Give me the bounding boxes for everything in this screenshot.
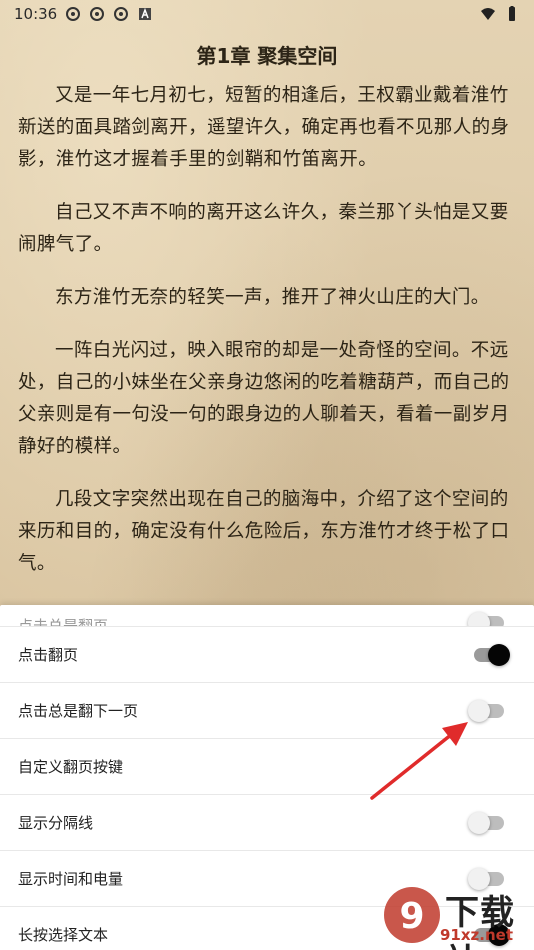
toggle-switch[interactable]: [468, 612, 504, 626]
annotation-arrow-icon: [370, 722, 468, 800]
status-bar: 10:36: [0, 0, 534, 28]
setting-click-always-turn[interactable]: 点击总是翻页: [0, 605, 534, 627]
setting-label: 点击总是翻下一页: [18, 702, 139, 720]
toggle-knob: [488, 643, 510, 666]
setting-label: 自定义翻页按键: [18, 758, 124, 776]
status-right: [480, 6, 520, 22]
toggle-knob: [468, 811, 490, 834]
setting-label: 点击翻页: [18, 646, 79, 664]
app-notification-icon: [114, 7, 129, 21]
setting-click-turn-page[interactable]: 点击翻页: [0, 627, 534, 683]
app-notification-icon: [66, 7, 81, 21]
chapter-title: 第1章 聚集空间: [196, 44, 338, 68]
setting-label: 显示时间和电量: [18, 870, 124, 888]
setting-label: 点击总是翻页: [18, 617, 109, 627]
setting-label: 长按选择文本: [18, 926, 109, 944]
wifi-icon: [481, 8, 495, 20]
app-notification-icon: [90, 7, 105, 21]
watermark-logo-text: 9: [399, 896, 424, 937]
paragraph: 东方淮竹无奈的轻笑一声，推开了神火山庄的大门。: [55, 287, 490, 308]
a-badge-icon: [139, 7, 152, 20]
chapter-content: 又是一年七月初七，短暂的相逢后，王权霸业戴着淮竹新送的面具踏剑离开，遥望许久，确…: [18, 80, 518, 601]
paragraph: 几段文字突然出现在自己的脑海中，介绍了这个空间的来历和目的，确定没有什么危险后，…: [18, 489, 510, 574]
status-time: 10:36: [14, 5, 58, 23]
paragraph: 又是一年七月初七，短暂的相逢后，王权霸业戴着淮竹新送的面具踏剑离开，遥望许久，确…: [18, 85, 510, 170]
toggle-switch[interactable]: [468, 811, 504, 834]
toggle-switch[interactable]: [474, 643, 510, 666]
setting-label: 显示分隔线: [18, 814, 94, 832]
paragraph: 自己又不声不响的离开这么许久，秦兰那丫头怕是又要闹脾气了。: [18, 202, 509, 255]
toggle-knob: [468, 612, 490, 626]
watermark-url: 91xz.net: [440, 926, 514, 944]
status-left: 10:36: [14, 5, 153, 23]
paragraph: 一阵白光闪过，映入眼帘的却是一处奇怪的空间。不远处，自己的小妹坐在父亲身边悠闲的…: [18, 340, 510, 457]
battery-icon: [509, 6, 515, 21]
